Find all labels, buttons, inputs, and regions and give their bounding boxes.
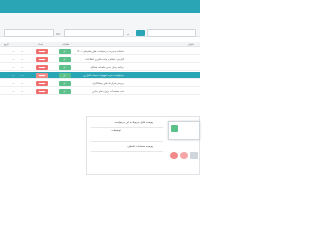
table-row[interactable]: — — ✓ بررسی قرارداد های پیمانکاران [0, 80, 200, 87]
panel-label-3: پیوست مستندات تکمیلی [127, 145, 153, 148]
row-value-2: — [21, 90, 24, 93]
user-icon[interactable] [170, 152, 178, 159]
table-row[interactable]: — — ✓ گزارش عملکرد واحد فناوری اطلاعات [0, 56, 200, 63]
header-date: تاریخ [4, 43, 9, 46]
delete-button[interactable] [36, 81, 48, 86]
row-value-2: — [21, 66, 24, 69]
header-count: تعداد [38, 43, 44, 46]
delete-button[interactable] [36, 65, 48, 70]
chevron-down-icon[interactable]: ⌄ [125, 30, 131, 36]
row-title: برنامه زمان بندی جلسات هفتگی [90, 66, 124, 69]
confirm-button[interactable]: ✓ [59, 65, 71, 70]
row-title: ثبت مستندات پروژه های جاری [92, 90, 124, 93]
search-field-3[interactable] [147, 29, 196, 37]
row-title: درخواست خرید تجهیزات سخت افزاری [83, 74, 124, 77]
attach-icon[interactable] [180, 152, 188, 159]
search-button[interactable] [136, 30, 145, 36]
check-icon: ✓ [63, 49, 67, 54]
confirm-button[interactable]: ✓ [59, 89, 71, 94]
panel-label-2: توضیحات [111, 129, 121, 132]
panel-label-1: پیوست فایل مربوط به این درخواست [114, 121, 153, 124]
check-icon: ✓ [63, 89, 67, 94]
delete-button[interactable] [36, 57, 48, 62]
check-icon: ✓ [63, 81, 67, 86]
table-row[interactable]: — — ✓ ثبت مستندات پروژه های جاری [0, 88, 200, 95]
row-value-1: — [12, 82, 15, 85]
divider [91, 151, 163, 152]
confirm-button[interactable]: ✓ [59, 49, 71, 54]
popup-card[interactable] [168, 121, 200, 140]
row-value-2: — [21, 50, 24, 53]
row-value-1: — [12, 66, 15, 69]
delete-button[interactable] [36, 49, 48, 54]
divider [91, 141, 163, 142]
delete-button[interactable] [36, 89, 48, 94]
check-icon: ✓ [63, 73, 67, 78]
row-title: گزارش عملکرد واحد فناوری اطلاعات [85, 58, 124, 61]
divider [91, 127, 163, 128]
filter-bar: ▭ ⌄ [0, 13, 200, 37]
header-title: عنوان [187, 43, 194, 46]
row-value-2: — [21, 58, 24, 61]
confirm-button[interactable]: ✓ [59, 57, 71, 62]
row-value-1: — [12, 58, 15, 61]
confirm-small-button[interactable] [171, 125, 178, 132]
row-value-2: — [21, 74, 24, 77]
table-row[interactable]: — — ✓ سامانه مدیریت درخواست های پشتیبانی… [0, 48, 200, 55]
row-value-1: — [12, 90, 15, 93]
row-title: بررسی قرارداد های پیمانکاران [92, 82, 124, 85]
row-title: سامانه مدیریت درخواست های پشتیبانی ۱۴۰۱ [76, 50, 124, 53]
delete-button[interactable] [36, 73, 48, 78]
row-value-1: — [12, 50, 15, 53]
top-header-bar [0, 0, 200, 13]
check-icon: ✓ [63, 65, 67, 70]
table-row-selected[interactable]: — — ✓ درخواست خرید تجهیزات سخت افزاری [0, 72, 200, 79]
calendar-icon[interactable]: ▭ [55, 30, 61, 36]
search-field-2[interactable] [64, 29, 124, 37]
header-action: عملیات [62, 43, 70, 46]
menu-icon[interactable] [190, 152, 198, 159]
check-icon: ✓ [63, 57, 67, 62]
confirm-button[interactable]: ✓ [59, 81, 71, 86]
search-field-1[interactable] [4, 29, 54, 37]
row-value-2: — [21, 82, 24, 85]
table-row[interactable]: — — ✓ برنامه زمان بندی جلسات هفتگی [0, 64, 200, 71]
table-header: تاریخ تعداد عملیات عنوان [0, 42, 200, 47]
row-value-1: — [12, 74, 15, 77]
confirm-button[interactable]: ✓ [59, 73, 71, 78]
